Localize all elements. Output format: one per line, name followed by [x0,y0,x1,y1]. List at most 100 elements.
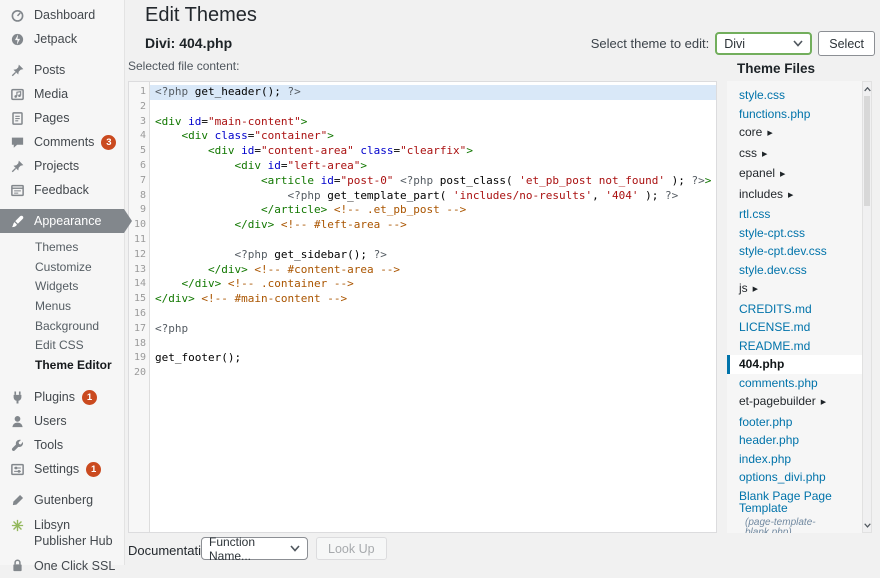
sidebar-item-label: Appearance [34,214,101,228]
sidebar-item-feedback[interactable]: Feedback [0,178,124,202]
theme-select[interactable]: Divi [715,32,812,55]
theme-file-style-cpt-dev-css[interactable]: style-cpt.dev.css [727,242,862,261]
line-number: 20 [129,366,146,381]
line-number: 19 [129,351,146,366]
sidebar-item-one-click-ssl[interactable]: One Click SSL [0,554,124,578]
tools-icon [10,438,25,453]
sidebar-item-gutenberg[interactable]: Gutenberg [0,488,124,512]
folder-arrow-icon: ▶ [767,130,772,137]
scroll-down-icon[interactable] [863,519,871,531]
pin-icon [10,159,25,174]
sidebar-item-label: Comments [34,135,94,149]
wp-admin-theme-editor: DashboardJetpackPostsMediaPagesComments3… [0,0,880,565]
select-theme-button[interactable]: Select [818,31,875,56]
theme-file-js[interactable]: js▶ [727,279,862,300]
line-number: 18 [129,337,146,352]
lookup-button[interactable]: Look Up [316,537,387,560]
sidebar-item-posts[interactable]: Posts [0,58,124,82]
theme-files-list: style.cssfunctions.phpcore▶css▶epanel▶in… [727,81,862,533]
sidebar-item-libsyn-publisher-hub[interactable]: Libsyn Publisher Hub [0,512,124,554]
sidebar-item-dashboard[interactable]: Dashboard [0,3,124,27]
theme-file-includes[interactable]: includes▶ [727,185,862,206]
menu-group: PostsMediaPagesComments3ProjectsFeedback [0,58,124,202]
sidebar-subitem-edit-css[interactable]: Edit CSS [0,336,124,356]
code-line [150,100,716,115]
folder-arrow-icon: ▶ [762,151,767,158]
sidebar-item-users[interactable]: Users [0,409,124,433]
sidebar-subitem-background[interactable]: Background [0,316,124,336]
documentation-select[interactable]: Function Name... [201,537,308,560]
sidebar-item-comments[interactable]: Comments3 [0,130,124,154]
sidebar-subitem-widgets[interactable]: Widgets [0,277,124,297]
sidebar-item-appearance[interactable]: Appearance [0,209,124,233]
sidebar-subitem-themes[interactable]: Themes [0,238,124,258]
theme-file-options-divi-php[interactable]: options_divi.php [727,468,862,487]
line-number: 12 [129,248,146,263]
chevron-down-icon [793,40,803,47]
code-line [150,233,716,248]
count-badge: 1 [82,390,97,405]
theme-file-license-md[interactable]: LICENSE.md [727,318,862,337]
sidebar-item-media[interactable]: Media [0,82,124,106]
sidebar-item-label: Dashboard [34,8,95,22]
folder-arrow-icon: ▶ [753,286,758,293]
code-content[interactable]: <?php get_header(); ?><div id="main-cont… [150,82,716,532]
theme-file-style-dev-css[interactable]: style.dev.css [727,261,862,280]
folder-arrow-icon: ▶ [821,399,826,406]
sidebar-item-projects[interactable]: Projects [0,154,124,178]
theme-file-comments-php[interactable]: comments.php [727,374,862,393]
count-badge: 1 [86,462,101,477]
select-theme-label: Select theme to edit: [591,36,710,51]
sidebar-subitem-customize[interactable]: Customize [0,258,124,278]
code-line: </div> <!-- #left-area --> [150,218,716,233]
lock-icon [10,558,25,573]
libsyn-icon [10,518,25,533]
line-number: 8 [129,189,146,204]
line-number: 1 [129,85,146,100]
sidebar-item-settings[interactable]: Settings1 [0,457,124,481]
sidebar-item-tools[interactable]: Tools [0,433,124,457]
sidebar-item-pages[interactable]: Pages [0,106,124,130]
scroll-up-icon[interactable] [863,83,871,95]
line-number: 11 [129,233,146,248]
line-number: 7 [129,174,146,189]
code-line: <?php [150,322,716,337]
appearance-submenu: ThemesCustomizeWidgetsMenusBackgroundEdi… [0,238,124,375]
theme-file-rtl-css[interactable]: rtl.css [727,205,862,224]
theme-files-scrollbar[interactable] [862,81,872,533]
theme-file-epanel[interactable]: epanel▶ [727,164,862,185]
line-number: 16 [129,307,146,322]
theme-file-core[interactable]: core▶ [727,123,862,144]
theme-file-readme-md[interactable]: README.md [727,337,862,356]
sidebar-item-jetpack[interactable]: Jetpack [0,27,124,51]
sidebar-subitem-menus[interactable]: Menus [0,297,124,317]
editing-file-title: Divi: 404.php [145,35,232,51]
theme-file-footer-php[interactable]: footer.php [727,413,862,432]
comments-icon [10,135,25,150]
code-editor[interactable]: 1234567891011121314151617181920 <?php ge… [128,81,717,533]
pin-icon [10,63,25,78]
theme-file-css[interactable]: css▶ [727,144,862,165]
theme-file-404-php[interactable]: 404.php [727,355,862,374]
theme-file-style-css[interactable]: style.css [727,86,862,105]
sidebar-item-label: Tools [34,438,63,452]
sidebar-item-label: Jetpack [34,32,77,46]
theme-file-header-php[interactable]: header.php [727,431,862,450]
line-number: 3 [129,115,146,130]
sidebar-item-plugins[interactable]: Plugins1 [0,385,124,409]
code-line: <?php get_sidebar(); ?> [150,248,716,263]
folder-arrow-icon: ▶ [780,171,785,178]
theme-file-et-pagebuilder[interactable]: et-pagebuilder▶ [727,392,862,413]
code-line: <article id="post-0" <?php post_class( '… [150,174,716,189]
theme-file-style-cpt-css[interactable]: style-cpt.css [727,224,862,243]
sidebar-subitem-theme-editor[interactable]: Theme Editor [0,355,124,375]
theme-file-credits-md[interactable]: CREDITS.md [727,300,862,319]
theme-file-functions-php[interactable]: functions.php [727,105,862,124]
theme-file-blank-page-page-template[interactable]: Blank Page Page Template(page-template-b… [727,487,862,534]
code-line: <div id="content-area" class="clearfix"> [150,144,716,159]
theme-file-index-php[interactable]: index.php [727,450,862,469]
scrollbar-thumb[interactable] [864,96,870,206]
menu-group: Dashboard Jetpack [0,3,124,51]
code-line [150,337,716,352]
selected-file-content-label: Selected file content: [128,59,239,73]
